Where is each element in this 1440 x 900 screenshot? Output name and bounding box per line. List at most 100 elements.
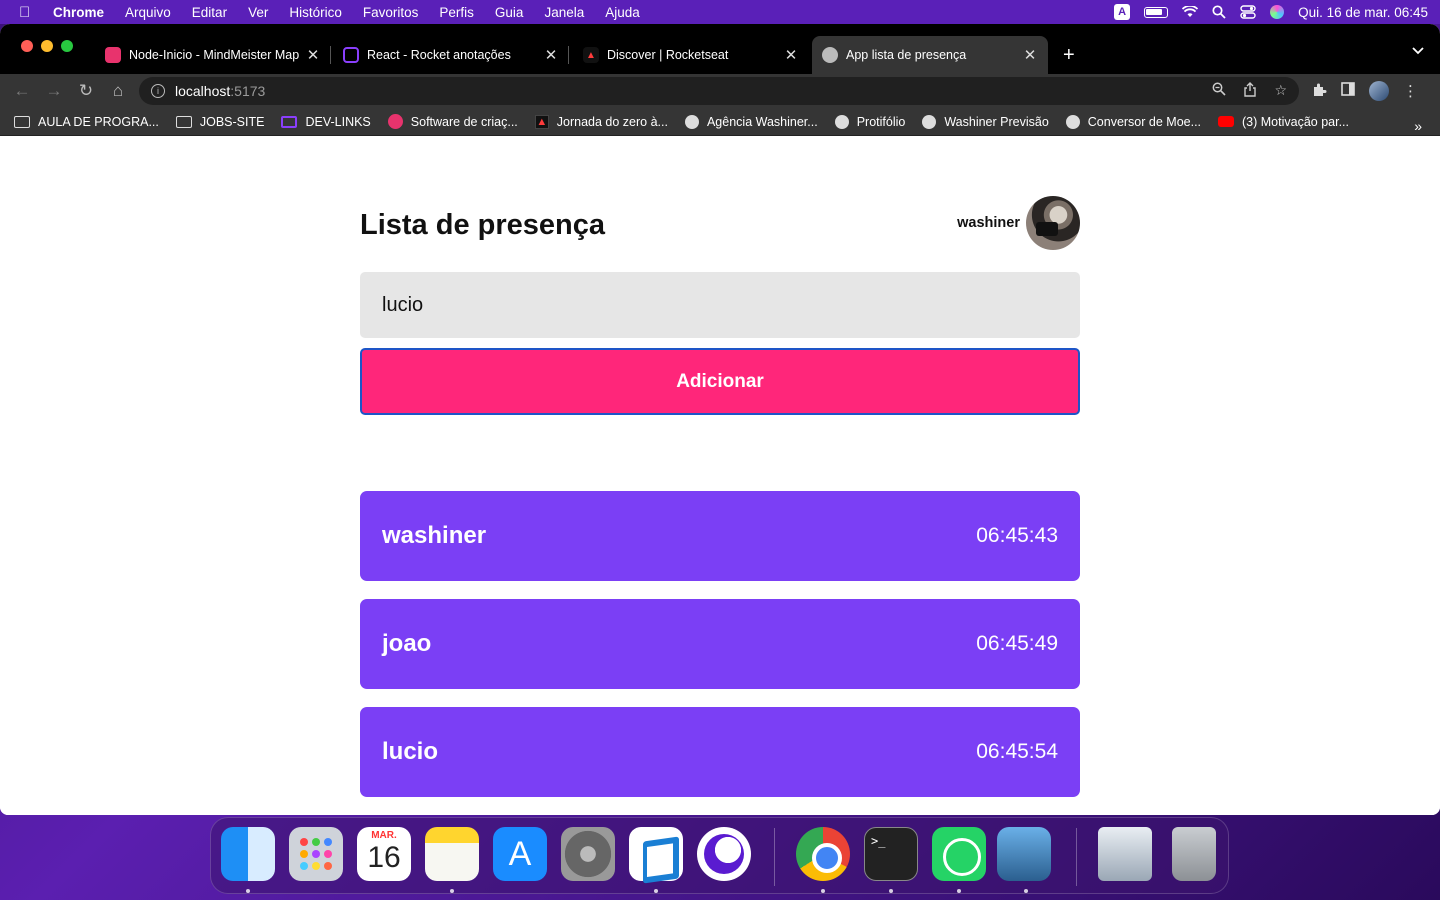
bookmark-dev-links[interactable]: DEV-LINKS — [281, 114, 371, 129]
attendee-time: 06:45:43 — [976, 524, 1058, 547]
address-bar[interactable]: i localhost:5173 ☆ — [139, 77, 1299, 105]
bookmark-motivacao[interactable]: (3) Motivação par... — [1218, 115, 1349, 129]
bookmark-previsao[interactable]: Washiner Previsão — [922, 114, 1049, 129]
rocketseat-icon: ▲ — [583, 47, 599, 63]
tab-title: Node-Inicio - MindMeister Map — [129, 48, 300, 62]
bookmark-label: AULA DE PROGRA... — [38, 114, 159, 129]
menu-historico[interactable]: Histórico — [289, 5, 342, 20]
wifi-icon[interactable] — [1182, 6, 1199, 18]
address-bar-actions: ☆ — [1212, 82, 1287, 100]
calendar-icon[interactable]: MAR. 16 — [357, 827, 411, 881]
documents-stack-icon[interactable] — [1098, 827, 1152, 881]
spotlight-search-icon[interactable] — [1212, 5, 1226, 19]
list-item: joao 06:45:49 — [360, 599, 1080, 689]
bookmark-folder-jobs[interactable]: JOBS-SITE — [175, 114, 265, 129]
globe-icon — [822, 47, 838, 63]
attendee-time: 06:45:54 — [976, 740, 1058, 763]
bookmark-folder-aula[interactable]: AULA DE PROGRA... — [14, 115, 159, 129]
bookmarks-overflow-icon[interactable]: » — [1414, 118, 1422, 134]
site-info-icon[interactable]: i — [151, 84, 165, 98]
chrome-icon[interactable] — [796, 827, 850, 881]
vscode-icon[interactable] — [629, 827, 683, 881]
close-tab-icon[interactable]: ✕ — [543, 46, 559, 64]
bookmark-label: Jornada do zero à... — [556, 114, 668, 129]
tab-bar: Node-Inicio - MindMeister Map ✕ React - … — [0, 24, 1440, 74]
purple-moon-app-icon[interactable] — [697, 827, 751, 881]
launchpad-icon[interactable] — [289, 827, 343, 881]
menu-ajuda[interactable]: Ajuda — [605, 5, 640, 20]
folder-icon — [175, 115, 192, 128]
bookmark-label: Software de criaç... — [410, 114, 518, 129]
attendee-list: washiner 06:45:43 joao 06:45:49 lucio 06… — [360, 491, 1080, 815]
preview-icon[interactable] — [997, 827, 1051, 881]
bookmark-jornada[interactable]: ▲ Jornada do zero à... — [534, 114, 668, 129]
trash-icon[interactable] — [1172, 827, 1216, 881]
zoom-icon[interactable] — [1212, 82, 1227, 100]
user-name: washiner — [957, 215, 1020, 231]
tab-search-chevron-icon[interactable] — [1412, 44, 1424, 58]
add-button[interactable]: Adicionar — [360, 348, 1080, 415]
menu-app-name[interactable]: Chrome — [53, 5, 104, 20]
system-settings-icon[interactable] — [561, 827, 615, 881]
close-tab-icon[interactable]: ✕ — [305, 46, 321, 64]
home-icon[interactable]: ⌂ — [102, 81, 134, 101]
bookmark-label: JOBS-SITE — [199, 114, 265, 129]
menu-editar[interactable]: Editar — [192, 5, 227, 20]
bookmark-agencia[interactable]: Agência Washiner... — [684, 114, 818, 129]
apple-menu-icon[interactable]:  — [19, 4, 35, 21]
forward-arrow-icon[interactable]: → — [38, 81, 70, 101]
close-window-button[interactable] — [21, 40, 33, 52]
input-source-icon[interactable]: A — [1114, 4, 1131, 20]
page-title: Lista de presença — [360, 209, 605, 241]
close-tab-icon[interactable]: ✕ — [783, 46, 799, 64]
name-input[interactable] — [360, 272, 1080, 338]
tab-react-rocket[interactable]: React - Rocket anotações ✕ — [333, 36, 569, 74]
globe-icon — [1065, 114, 1080, 129]
profile-avatar[interactable] — [1369, 81, 1389, 101]
globe-icon — [684, 114, 699, 129]
tab-title: React - Rocket anotações — [367, 48, 511, 62]
menu-favoritos[interactable]: Favoritos — [363, 5, 419, 20]
mindmeister-icon — [387, 114, 403, 129]
finder-icon[interactable] — [221, 827, 275, 881]
globe-icon — [834, 114, 849, 129]
reload-icon[interactable]: ↻ — [70, 81, 102, 101]
app-header: Lista de presença washiner — [360, 196, 1080, 252]
tab-lista-presenca[interactable]: App lista de presença ✕ — [812, 36, 1048, 74]
siri-icon[interactable] — [1270, 5, 1285, 19]
control-center-icon[interactable] — [1240, 5, 1256, 19]
minimize-window-button[interactable] — [41, 40, 53, 52]
menu-guia[interactable]: Guia — [495, 5, 524, 20]
back-arrow-icon[interactable]: ← — [6, 81, 38, 101]
menu-ver[interactable]: Ver — [248, 5, 268, 20]
mindmeister-icon — [105, 47, 121, 63]
app-store-icon[interactable]: A — [493, 827, 547, 881]
terminal-icon[interactable]: >_ — [864, 827, 918, 881]
purple-monitor-icon — [281, 115, 298, 128]
notes-icon[interactable] — [425, 827, 479, 881]
menu-janela[interactable]: Janela — [544, 5, 584, 20]
side-panel-icon[interactable] — [1341, 82, 1355, 100]
bookmark-label: DEV-LINKS — [305, 114, 371, 129]
extensions-puzzle-icon[interactable] — [1312, 82, 1327, 101]
bookmark-star-icon[interactable]: ☆ — [1274, 82, 1287, 100]
menu-arquivo[interactable]: Arquivo — [125, 5, 171, 20]
menu-perfis[interactable]: Perfis — [439, 5, 474, 20]
battery-icon[interactable] — [1144, 6, 1169, 18]
whatsapp-icon[interactable] — [932, 827, 986, 881]
tab-mindmeister[interactable]: Node-Inicio - MindMeister Map ✕ — [95, 36, 331, 74]
bookmark-software[interactable]: Software de criaç... — [387, 114, 518, 129]
close-tab-icon[interactable]: ✕ — [1022, 46, 1038, 64]
menu-bar-clock[interactable]: Qui. 16 de mar. 06:45 — [1298, 5, 1428, 20]
tab-rocketseat[interactable]: ▲ Discover | Rocketseat ✕ — [573, 36, 809, 74]
bookmark-conversor[interactable]: Conversor de Moe... — [1065, 114, 1201, 129]
fullscreen-window-button[interactable] — [61, 40, 73, 52]
macos-menu-bar:  Chrome Arquivo Editar Ver Histórico Fa… — [0, 0, 1440, 24]
bookmark-protifolio[interactable]: Protifólio — [834, 114, 905, 129]
share-icon[interactable] — [1244, 82, 1257, 100]
macos-dock: MAR. 16 A >_ — [210, 817, 1229, 894]
browser-menu-icon[interactable]: ⋮ — [1403, 82, 1418, 100]
calendar-day: 16 — [367, 841, 401, 874]
running-indicator — [1024, 889, 1028, 893]
new-tab-icon[interactable]: + — [1063, 44, 1075, 67]
